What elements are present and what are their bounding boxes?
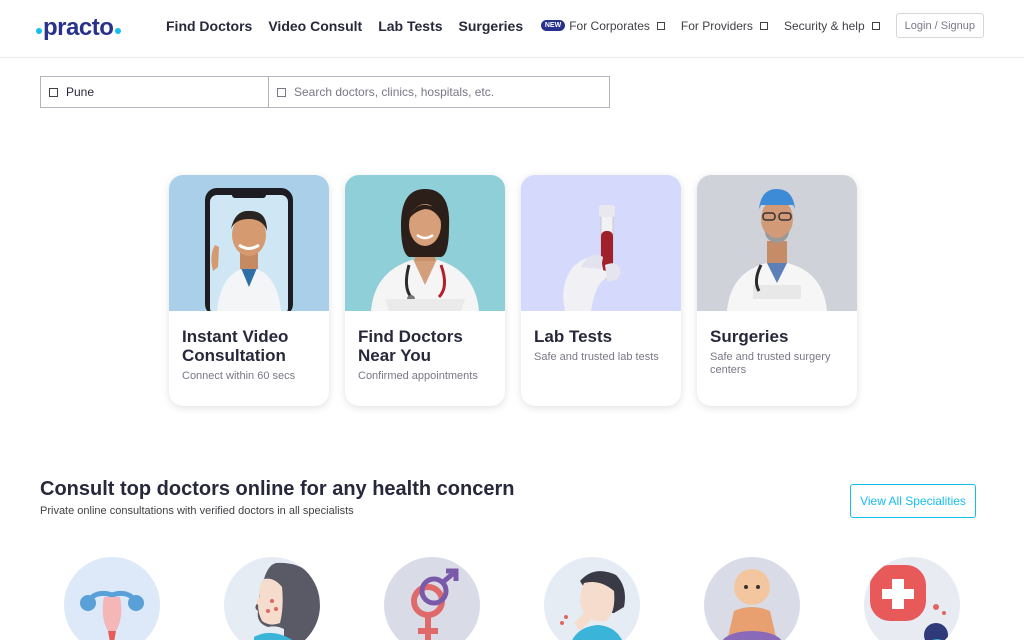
card-title: Find Doctors Near You [358, 327, 463, 365]
section-subtitle: Private online consultations with verifi… [40, 505, 354, 517]
for-corporates-label: For Corporates [569, 18, 650, 33]
location-value: Pune [66, 85, 95, 99]
medical-cross-icon[interactable] [864, 557, 960, 640]
section-title: Consult top doctors online for any healt… [40, 478, 515, 500]
login-signup-button[interactable]: Login / Signup [895, 13, 984, 38]
specialities-row [64, 557, 960, 640]
video-consult-image [169, 175, 329, 311]
right-nav: NEW For Corporates For Providers Securit… [540, 13, 984, 38]
location-icon [49, 87, 58, 97]
for-corporates-menu[interactable]: NEW For Corporates [540, 18, 665, 33]
find-doctors-image [345, 175, 505, 311]
view-all-specialities-button[interactable]: View All Specialities [850, 484, 976, 518]
card-title: Lab Tests [534, 327, 613, 346]
card-video-consult[interactable]: Instant Video Consultation Connect withi… [169, 175, 329, 406]
gender-symbols-icon[interactable] [384, 557, 480, 640]
dropdown-icon [759, 21, 768, 30]
location-input[interactable]: Pune [41, 77, 269, 107]
security-help-label: Security & help [783, 18, 865, 33]
service-cards: Instant Video Consultation Connect withi… [169, 175, 857, 406]
search-input[interactable]: Search doctors, clinics, hospitals, etc. [269, 77, 609, 107]
search-placeholder: Search doctors, clinics, hospitals, etc. [294, 85, 495, 99]
card-lab-tests[interactable]: Lab Tests Safe and trusted lab tests [521, 175, 681, 406]
lab-tests-image [521, 175, 681, 311]
security-help-menu[interactable]: Security & help [784, 19, 880, 33]
card-find-doctors[interactable]: Find Doctors Near You Confirmed appointm… [345, 175, 505, 406]
card-subtitle: Safe and trusted lab tests [534, 351, 659, 363]
nav-video-consult[interactable]: Video Consult [268, 18, 362, 34]
card-subtitle: Confirmed appointments [358, 370, 478, 382]
card-subtitle: Safe and trusted surgery centers [710, 351, 831, 376]
skin-icon[interactable] [224, 557, 320, 640]
search-bar: Pune Search doctors, clinics, hospitals,… [40, 76, 610, 108]
search-icon [277, 87, 286, 97]
card-title: Instant Video Consultation [182, 327, 289, 365]
nav-lab-tests[interactable]: Lab Tests [378, 18, 442, 34]
dropdown-icon [871, 21, 880, 30]
cough-icon[interactable] [544, 557, 640, 640]
uterus-icon[interactable] [64, 557, 160, 640]
main-nav: Find Doctors Video Consult Lab Tests Sur… [166, 18, 523, 34]
card-title: Surgeries [710, 327, 789, 346]
for-providers-label: For Providers [680, 18, 753, 33]
for-providers-menu[interactable]: For Providers [681, 19, 768, 33]
top-header: practo Find Doctors Video Consult Lab Te… [0, 0, 1024, 58]
baby-icon[interactable] [704, 557, 800, 640]
new-badge: NEW [540, 20, 566, 31]
card-subtitle: Connect within 60 secs [182, 370, 296, 382]
nav-surgeries[interactable]: Surgeries [459, 18, 524, 34]
practo-logo[interactable]: practo [36, 14, 122, 42]
card-surgeries[interactable]: Surgeries Safe and trusted surgery cente… [697, 175, 857, 406]
nav-find-doctors[interactable]: Find Doctors [166, 18, 252, 34]
surgeries-image [697, 175, 857, 311]
dropdown-icon [656, 21, 665, 30]
